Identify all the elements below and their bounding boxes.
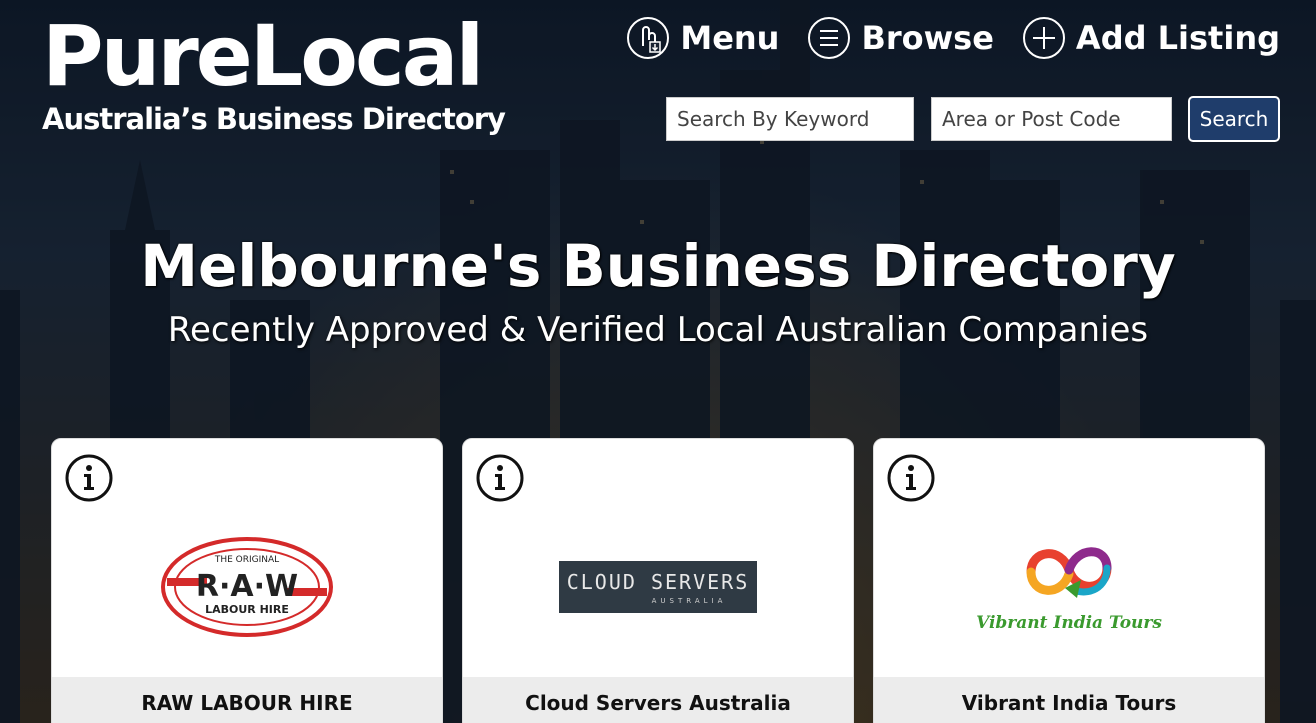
vibrant-logo-text: Vibrant India Tours <box>976 613 1162 633</box>
keyword-search-input[interactable] <box>666 97 914 141</box>
cloud-logo-bottom-text: AUSTRALIA <box>652 597 727 605</box>
menu-button[interactable]: Menu <box>626 16 779 60</box>
add-plus-icon <box>1022 17 1065 59</box>
info-icon[interactable] <box>475 453 525 503</box>
logo-subtitle: Australia’s Business Directory <box>42 102 506 136</box>
top-nav: Menu Browse Add Listing <box>626 16 1280 60</box>
cloud-logo-main-text: CLOUD SERVERS <box>567 570 750 594</box>
add-listing-label: Add Listing <box>1075 19 1280 57</box>
info-icon[interactable] <box>886 453 936 503</box>
listing-name[interactable]: Vibrant India Tours <box>874 677 1264 723</box>
vibrant-india-tours-logo: Vibrant India Tours <box>874 499 1264 675</box>
add-listing-button[interactable]: Add Listing <box>1022 16 1280 60</box>
menu-hand-icon <box>627 17 670 59</box>
search-button[interactable]: Search <box>1188 96 1280 142</box>
listing-card-raw-labour-hire[interactable]: THE ORIGINAL R·A·W LABOUR HIRE RAW LABOU… <box>51 438 443 723</box>
area-postcode-input[interactable] <box>931 97 1172 141</box>
browse-list-icon <box>808 17 851 59</box>
listing-cards: THE ORIGINAL R·A·W LABOUR HIRE RAW LABOU… <box>51 438 1265 723</box>
hero-title: Melbourne's Business Directory <box>140 232 1176 300</box>
browse-button[interactable]: Browse <box>807 16 994 60</box>
listing-name[interactable]: Cloud Servers Australia <box>463 677 853 723</box>
site-logo[interactable]: PureLocal Australia’s Business Directory <box>42 7 506 136</box>
search-bar: Search <box>666 96 1280 142</box>
menu-label: Menu <box>680 19 780 57</box>
raw-logo-main-text: R·A·W <box>196 569 298 604</box>
info-icon[interactable] <box>64 453 114 503</box>
listing-card-cloud-servers-australia[interactable]: CLOUD SERVERS AUSTRALIA Cloud Servers Au… <box>462 438 854 723</box>
listing-name[interactable]: RAW LABOUR HIRE <box>52 677 442 723</box>
browse-label: Browse <box>861 19 994 57</box>
raw-labour-hire-logo: THE ORIGINAL R·A·W LABOUR HIRE <box>52 499 442 675</box>
raw-logo-bottom-text: LABOUR HIRE <box>205 603 289 616</box>
listing-card-vibrant-india-tours[interactable]: Vibrant India Tours Vibrant India Tours <box>873 438 1265 723</box>
raw-logo-top-text: THE ORIGINAL <box>214 555 279 565</box>
hero-subtitle: Recently Approved & Verified Local Austr… <box>167 310 1149 350</box>
cloud-servers-logo: CLOUD SERVERS AUSTRALIA <box>463 499 853 675</box>
logo-title: PureLocal <box>42 7 484 105</box>
